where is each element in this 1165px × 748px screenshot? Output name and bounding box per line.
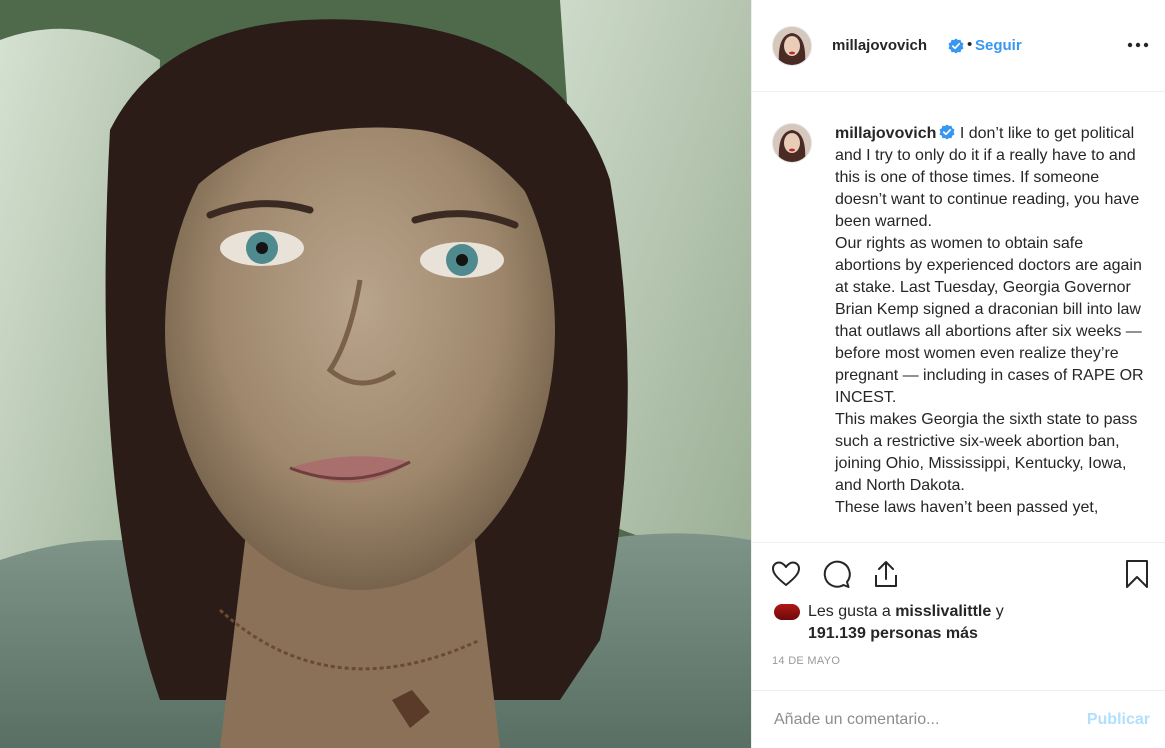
separator-dot: •	[967, 36, 973, 53]
likes-prefix: Les gusta a	[808, 603, 891, 620]
caption-username[interactable]: millajovovich	[835, 125, 936, 142]
action-bar	[752, 544, 1165, 604]
follow-button[interactable]: Seguir	[975, 37, 1022, 54]
caption-paragraph: Our rights as women to obtain safe abort…	[835, 235, 1144, 406]
selfie-image	[0, 0, 751, 748]
likes-conjunction: y	[995, 603, 1004, 620]
verified-badge-icon	[939, 124, 955, 140]
liker-avatar[interactable]	[774, 604, 800, 620]
bookmark-icon[interactable]	[1121, 558, 1153, 590]
likes-line: Les gusta a misslivalittle y	[808, 600, 1004, 623]
post-details-panel: millajovovich • Seguir millajovovich I d…	[751, 0, 1165, 748]
comment-bar: Publicar	[752, 690, 1165, 748]
author-avatar[interactable]	[772, 26, 812, 66]
publish-button[interactable]: Publicar	[1087, 711, 1150, 729]
caption-section: millajovovich I don’t like to get politi…	[752, 93, 1165, 543]
comment-icon[interactable]	[820, 558, 852, 590]
avatar-image	[773, 27, 811, 65]
likes-count[interactable]: 191.139 personas más	[808, 622, 978, 645]
avatar-image	[773, 124, 811, 162]
share-icon[interactable]	[870, 558, 902, 590]
caption-author-avatar[interactable]	[772, 123, 812, 163]
caption-paragraph: This makes Georgia the sixth state to pa…	[835, 411, 1138, 494]
verified-badge-icon	[948, 38, 964, 54]
caption-paragraph: These laws haven’t been passed yet,	[835, 499, 1099, 516]
post-date[interactable]: 14 de mayo	[772, 655, 840, 667]
caption-paragraph: millajovovich I don’t like to get politi…	[835, 123, 1145, 233]
post-photo[interactable]	[0, 0, 751, 748]
heart-icon[interactable]	[770, 558, 802, 590]
more-options-icon[interactable]	[1124, 34, 1152, 56]
post-header: millajovovich • Seguir	[752, 0, 1165, 92]
caption-text: millajovovich I don’t like to get politi…	[835, 123, 1145, 519]
author-username[interactable]: millajovovich	[832, 37, 927, 54]
comment-input[interactable]	[772, 705, 1076, 735]
liker-username[interactable]: misslivalittle	[895, 603, 991, 620]
